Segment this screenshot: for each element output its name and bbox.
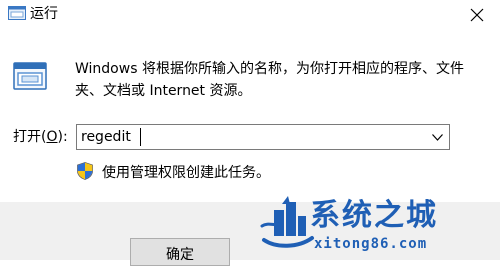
watermark-logo bbox=[260, 196, 314, 248]
watermark-brand: 系统之城 bbox=[310, 198, 438, 233]
close-button[interactable] bbox=[454, 0, 500, 30]
open-label-suffix: ): bbox=[57, 129, 68, 145]
text-caret bbox=[140, 128, 141, 146]
title-bar: 运行 bbox=[0, 0, 500, 30]
open-label-access-key: O bbox=[46, 129, 58, 145]
ok-button[interactable]: 确定 bbox=[130, 238, 230, 266]
window-title: 运行 bbox=[30, 6, 58, 22]
dialog-description: Windows 将根据你所输入的名称，为你打开相应的程序、文件夹、文档或 Int… bbox=[75, 61, 464, 99]
open-combobox[interactable] bbox=[76, 124, 450, 150]
watermark-url: xitong86.com bbox=[314, 236, 428, 252]
open-label: 打开(O): bbox=[13, 128, 68, 146]
run-program-icon bbox=[13, 62, 47, 90]
admin-note: 使用管理权限创建此任务。 bbox=[102, 165, 270, 181]
shield-icon bbox=[77, 162, 93, 180]
close-icon bbox=[470, 8, 484, 22]
watermark: 系统之城 xitong86.com bbox=[250, 196, 500, 260]
chevron-down-icon bbox=[431, 133, 443, 141]
open-input[interactable] bbox=[81, 127, 411, 147]
open-label-prefix: 打开( bbox=[13, 129, 47, 145]
run-dialog: 运行 Windows 将根据你所输入的名称，为你打开相应的程序、文件夹、文档或 … bbox=[0, 0, 500, 266]
run-icon bbox=[8, 6, 26, 20]
open-dropdown-button[interactable] bbox=[427, 127, 447, 147]
